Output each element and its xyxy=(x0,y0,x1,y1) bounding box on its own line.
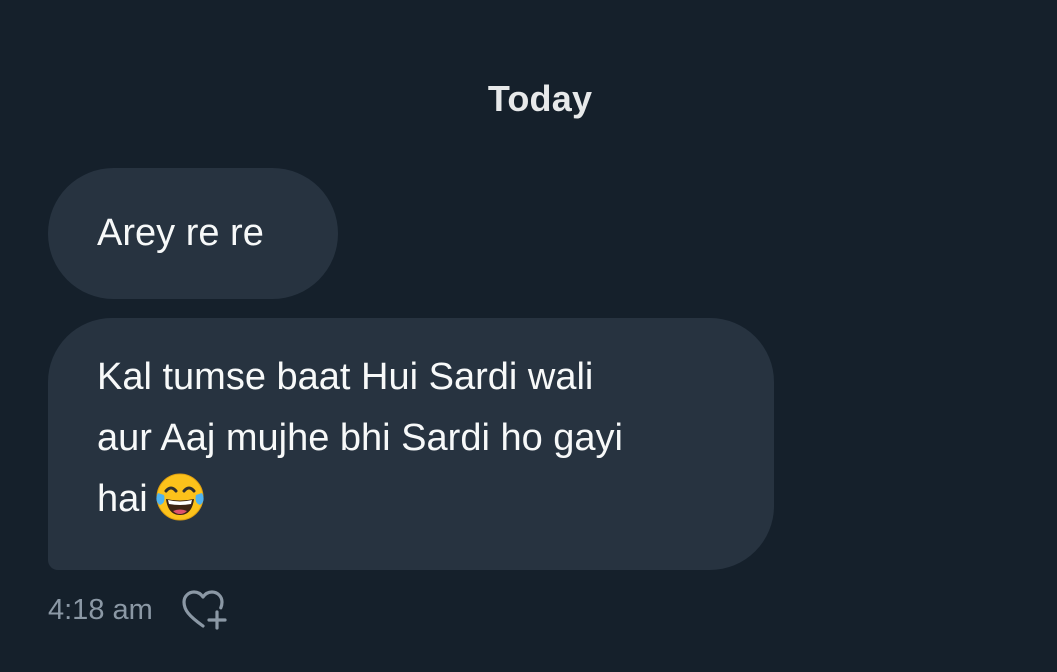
message-text-fragment: hai xyxy=(97,478,148,520)
message-text-line-last: hai xyxy=(97,469,734,530)
message-text-line: aur Aaj mujhe bhi Sardi ho gayi xyxy=(97,417,623,459)
message-text-line: Kal tumse baat Hui Sardi wali xyxy=(97,356,594,398)
message-bubble[interactable]: Kal tumse baat Hui Sardi wali aur Aaj mu… xyxy=(48,318,774,570)
heart-plus-icon[interactable] xyxy=(179,588,227,632)
message-timestamp: 4:18 am xyxy=(48,593,153,626)
dm-conversation: Today Arey re re Kal tumse baat Hui Sard… xyxy=(0,0,1057,672)
message-meta: 4:18 am xyxy=(48,588,227,632)
face-with-tears-of-joy-icon xyxy=(156,473,204,521)
message-bubble[interactable]: Arey re re xyxy=(48,168,338,299)
message-text: Arey re re xyxy=(97,212,264,254)
date-separator: Today xyxy=(487,78,593,119)
